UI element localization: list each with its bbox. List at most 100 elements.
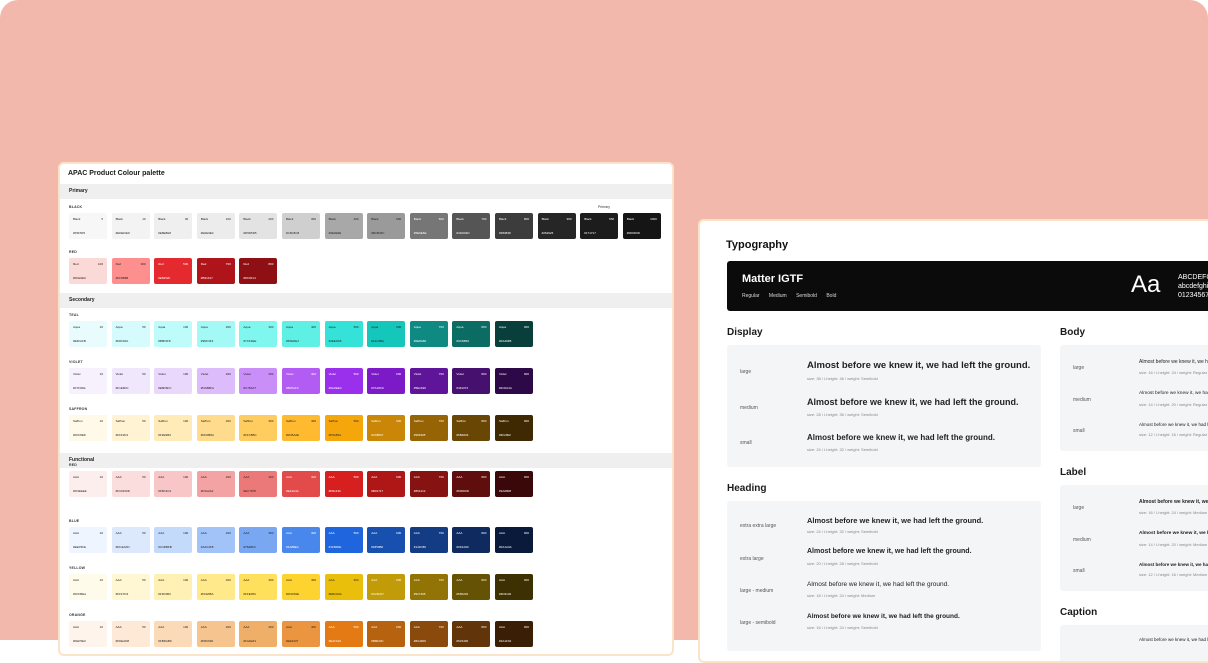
colour-swatch[interactable]: Aqua 50 #D0F9FA bbox=[111, 321, 150, 347]
colour-swatch[interactable]: Violet 100 #E8D6FC bbox=[154, 368, 193, 394]
colour-swatch[interactable]: AAA 500 #1F66DE bbox=[324, 527, 363, 553]
colour-swatch[interactable]: AAA 100 #FFF0B3 bbox=[154, 574, 193, 600]
colour-swatch[interactable]: Aqua 300 #7CF4EE bbox=[239, 321, 278, 347]
colour-swatch[interactable]: Violet 600 #7A18C9 bbox=[367, 368, 406, 394]
colour-swatch[interactable]: Aqua 200 #9DF3F3 bbox=[196, 321, 235, 347]
colour-swatch[interactable]: AAA 10 #EEF5FE bbox=[69, 527, 107, 553]
colour-swatch[interactable]: AAA 500 #EBC00A bbox=[324, 574, 363, 600]
colour-swatch[interactable]: Saffron 300 #FFCB5C bbox=[239, 415, 278, 441]
colour-swatch[interactable]: AAA 900 #3A1F04 bbox=[495, 621, 533, 647]
colour-swatch[interactable]: Aqua 500 #2EE0D5 bbox=[324, 321, 363, 347]
colour-swatch[interactable]: AAA 600 #1850B0 bbox=[367, 527, 406, 553]
colour-swatch[interactable]: Saffron 200 #FFDB8A bbox=[196, 415, 235, 441]
colour-swatch[interactable]: Black 700 #4D4D4D bbox=[452, 213, 491, 239]
colour-swatch[interactable]: AAA 800 #0F2A60 bbox=[452, 527, 491, 553]
colour-swatch[interactable]: Saffron 100 #FFE9B3 bbox=[154, 415, 193, 441]
colour-swatch[interactable]: Violet 10 #F7F0FE bbox=[69, 368, 107, 394]
colour-swatch[interactable]: AAA 50 #FFF7D4 bbox=[111, 574, 150, 600]
colour-swatch[interactable]: Aqua 400 #55EDE4 bbox=[282, 321, 320, 347]
colour-swatch[interactable]: Black 400 #9E9E9E bbox=[324, 213, 363, 239]
colour-swatch[interactable]: AAA 10 #FFFBEA bbox=[69, 574, 107, 600]
colour-swatch[interactable]: Red 300 #FF9B9B bbox=[111, 258, 150, 284]
colour-swatch[interactable]: AAA 500 #E47A10 bbox=[324, 621, 363, 647]
swatch-step: 800 bbox=[481, 475, 487, 479]
colour-swatch[interactable]: AAA 500 #D91F1F bbox=[324, 471, 363, 497]
colour-swatch[interactable]: Black 300 #C8C8C8 bbox=[282, 213, 320, 239]
colour-swatch[interactable]: AAA 700 #861212 bbox=[409, 471, 448, 497]
colour-swatch[interactable]: Violet 900 #2C0A4A bbox=[495, 368, 533, 394]
colour-swatch[interactable]: AAA 800 #623406 bbox=[452, 621, 491, 647]
colour-swatch[interactable]: AAA 300 #F4AE63 bbox=[239, 621, 278, 647]
colour-swatch[interactable]: Aqua 10 #E6FAFB bbox=[69, 321, 107, 347]
colour-swatch[interactable]: Saffron 500 #F5A50A bbox=[324, 415, 363, 441]
colour-swatch[interactable]: AAA 400 #EE9437 bbox=[282, 621, 320, 647]
colour-swatch[interactable]: Black 100 #E0E0E0 bbox=[196, 213, 235, 239]
colour-swatch[interactable]: AAA 800 #665204 bbox=[452, 574, 491, 600]
colour-swatch[interactable]: AAA 100 #F8C4C4 bbox=[154, 471, 193, 497]
colour-swatch[interactable]: AAA 400 #FDD52E bbox=[282, 574, 320, 600]
colour-swatch[interactable]: Violet 400 #B05AF3 bbox=[282, 368, 320, 394]
colour-swatch[interactable]: Saffron 800 #6B4604 bbox=[452, 415, 491, 441]
colour-swatch[interactable]: Black 500 #8C8C8C bbox=[367, 213, 406, 239]
colour-swatch[interactable]: AAA 300 #FFE05C bbox=[239, 574, 278, 600]
colour-swatch[interactable]: Black 600 #6E6E6E bbox=[409, 213, 448, 239]
colour-swatch[interactable]: AAA 100 #FBDAB9 bbox=[154, 621, 193, 647]
colour-swatch[interactable]: Violet 200 #DAB8FA bbox=[196, 368, 235, 394]
colour-swatch[interactable]: Black 1000 #0D0D0D bbox=[622, 213, 661, 239]
colour-swatch[interactable]: Violet 50 #F1E6FD bbox=[111, 368, 150, 394]
colour-swatch[interactable]: AAA 300 #78A8F3 bbox=[239, 527, 278, 553]
colour-swatch[interactable]: AAA 300 #EC7878 bbox=[239, 471, 278, 497]
colour-swatch[interactable]: AAA 10 #FDEEEE bbox=[69, 471, 107, 497]
colour-swatch[interactable]: AAA 200 #A2C4F8 bbox=[196, 527, 235, 553]
colour-swatch[interactable]: Violet 500 #9A2EEC bbox=[324, 368, 363, 394]
colour-swatch[interactable]: AAA 900 #0A1A3A bbox=[495, 527, 533, 553]
colour-swatch[interactable]: Black 950 #171717 bbox=[580, 213, 619, 239]
colour-swatch[interactable]: Saffron 700 #966305 bbox=[409, 415, 448, 441]
swatch-hex: #C98507 bbox=[371, 433, 384, 437]
colour-swatch[interactable]: Violet 700 #5E1499 bbox=[409, 368, 448, 394]
colour-swatch[interactable]: AAA 600 #B01717 bbox=[367, 471, 406, 497]
colour-swatch[interactable]: AAA 400 #E44A4A bbox=[282, 471, 320, 497]
colour-swatch[interactable]: Aqua 800 #0C6B63 bbox=[452, 321, 491, 347]
colour-swatch[interactable]: AAA 200 #F8C690 bbox=[196, 621, 235, 647]
colour-swatch[interactable]: Aqua 900 #0A403B bbox=[495, 321, 533, 347]
colour-swatch[interactable]: AAA 700 #143C86 bbox=[409, 527, 448, 553]
colour-swatch[interactable]: Black 30 #E8E8E8 bbox=[154, 213, 193, 239]
colour-swatch[interactable]: AAA 900 #3A0808 bbox=[495, 471, 533, 497]
colour-swatch[interactable]: AAA 400 #4A88EC bbox=[282, 527, 320, 553]
colour-swatch[interactable]: Red 700 #B31317 bbox=[196, 258, 235, 284]
colour-swatch[interactable]: AAA 50 #FCDDDD bbox=[111, 471, 150, 497]
colour-swatch[interactable]: AAA 10 #FEF5EC bbox=[69, 621, 107, 647]
colour-swatch[interactable]: Red 100 #FFE0E0 bbox=[69, 258, 107, 284]
colour-swatch[interactable]: AAA 50 #FDEAD8 bbox=[111, 621, 150, 647]
colour-swatch[interactable]: Saffron 50 #FFF2D1 bbox=[111, 415, 150, 441]
colour-swatch[interactable]: AAA 800 #600D0D bbox=[452, 471, 491, 497]
colour-swatch[interactable]: Red 500 #E8252F bbox=[154, 258, 193, 284]
colour-swatch[interactable]: Violet 800 #461073 bbox=[452, 368, 491, 394]
colour-swatch[interactable]: AAA 100 #C4DBFB bbox=[154, 527, 193, 553]
colour-swatch[interactable]: AAA 200 #FFE88A bbox=[196, 574, 235, 600]
colour-swatch[interactable]: Black 5 #F5F5F5 bbox=[69, 213, 107, 239]
colour-swatch[interactable]: Aqua 600 #14C3BA bbox=[367, 321, 406, 347]
colour-swatch[interactable]: Saffron 10 #FFF8E8 bbox=[69, 415, 107, 441]
colour-swatch[interactable]: AAA 600 #C29C07 bbox=[367, 574, 406, 600]
colour-swatch[interactable]: AAA 50 #DCEAFD bbox=[111, 527, 150, 553]
colour-swatch[interactable]: Saffron 600 #C98507 bbox=[367, 415, 406, 441]
colour-swatch[interactable]: AAA 900 #3D3102 bbox=[495, 574, 533, 600]
colour-swatch[interactable]: Black 900 #262626 bbox=[537, 213, 576, 239]
colour-swatch[interactable]: AAA 200 #F3A2A2 bbox=[196, 471, 235, 497]
colour-swatch[interactable]: Black 800 #383838 bbox=[495, 213, 533, 239]
swatch-step: 500 bbox=[353, 625, 359, 629]
colour-swatch[interactable]: Black 10 #EDEDED bbox=[111, 213, 150, 239]
colour-swatch[interactable]: Saffron 400 #FFBA2E bbox=[282, 415, 320, 441]
colour-swatch[interactable]: AAA 600 #B8620C bbox=[367, 621, 406, 647]
colour-swatch[interactable]: Black 200 #D5D5D5 bbox=[239, 213, 278, 239]
swatch-name: Black bbox=[286, 217, 294, 221]
colour-swatch[interactable]: Violet 300 #C78AF7 bbox=[239, 368, 278, 394]
colour-swatch[interactable]: Aqua 700 #0E8A80 bbox=[409, 321, 448, 347]
colour-swatch[interactable]: Aqua 100 #B8F6F8 bbox=[154, 321, 193, 347]
colour-swatch[interactable]: Red 800 #8C0F14 bbox=[239, 258, 278, 284]
colour-swatch[interactable]: Saffron 900 #3F2902 bbox=[495, 415, 533, 441]
colour-swatch[interactable]: AAA 700 #917405 bbox=[409, 574, 448, 600]
colour-swatch[interactable]: AAA 700 #8A4909 bbox=[409, 621, 448, 647]
